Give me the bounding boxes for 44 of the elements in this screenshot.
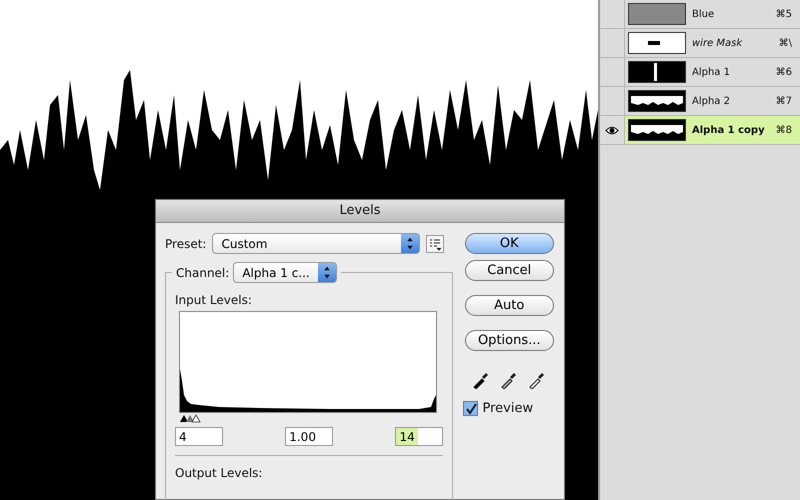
eye-icon [605, 126, 619, 134]
input-level-field[interactable]: 1.00 [285, 427, 334, 446]
stepper-icon [318, 263, 336, 282]
channel-row[interactable]: Alpha 1 copy ⌘8 [625, 116, 800, 144]
channel-name: Blue [692, 8, 716, 20]
channel-label: Channel: [176, 266, 230, 280]
channel-name: Alpha 1 [692, 66, 731, 78]
preview-checkbox[interactable] [463, 401, 478, 416]
dialog-title: Levels [156, 200, 564, 223]
eyedropper-icon[interactable] [528, 371, 546, 389]
shortcut-label: ⌘\ [778, 38, 792, 48]
dialog-button[interactable]: Auto [464, 295, 554, 316]
channel-thumbnail [628, 90, 686, 112]
channel-thumbnail [628, 3, 686, 25]
shortcut-label: ⌘7 [776, 96, 792, 106]
channel-thumbnail [628, 32, 686, 54]
dialog-button[interactable]: Options... [464, 330, 554, 351]
dialog-button[interactable]: OK [464, 233, 554, 254]
preview-label: Preview [482, 401, 534, 416]
channel-name: wire Mask [692, 38, 744, 48]
channel-thumbnail [628, 61, 686, 83]
eyedropper-icon[interactable] [500, 371, 518, 389]
shortcut-label: ⌘5 [776, 8, 792, 20]
stepper-icon [401, 234, 420, 253]
input-level-field[interactable]: 4 [175, 427, 223, 446]
channel-dropdown[interactable]: Alpha 1 c... [233, 262, 337, 283]
shortcut-label: ⌘8 [776, 124, 792, 136]
dialog-button[interactable]: Cancel [464, 260, 554, 281]
output-levels-label: Output Levels: [175, 466, 264, 480]
channel-row[interactable]: Blue ⌘5 [625, 0, 800, 28]
channel-row[interactable]: Alpha 2 ⌘7 [625, 87, 800, 115]
channel-name: Alpha 2 [692, 96, 731, 106]
channel-row[interactable]: Alpha 1 ⌘6 [625, 58, 800, 86]
input-level-field[interactable]: 14 [395, 427, 444, 446]
channel-row[interactable]: wire Mask ⌘\ [625, 29, 800, 57]
shortcut-label: ⌘6 [776, 66, 792, 78]
preset-dropdown[interactable]: Custom [212, 233, 420, 254]
channel-name: Alpha 1 copy [692, 124, 766, 136]
input-levels-label: Input Levels: [175, 293, 253, 307]
preset-label: Preset: [165, 236, 206, 250]
input-sliders-drawing[interactable] [179, 414, 203, 423]
eyedropper-icon[interactable] [472, 371, 490, 389]
channel-thumbnail [628, 119, 686, 141]
preset-menu-icon[interactable] [426, 234, 444, 252]
